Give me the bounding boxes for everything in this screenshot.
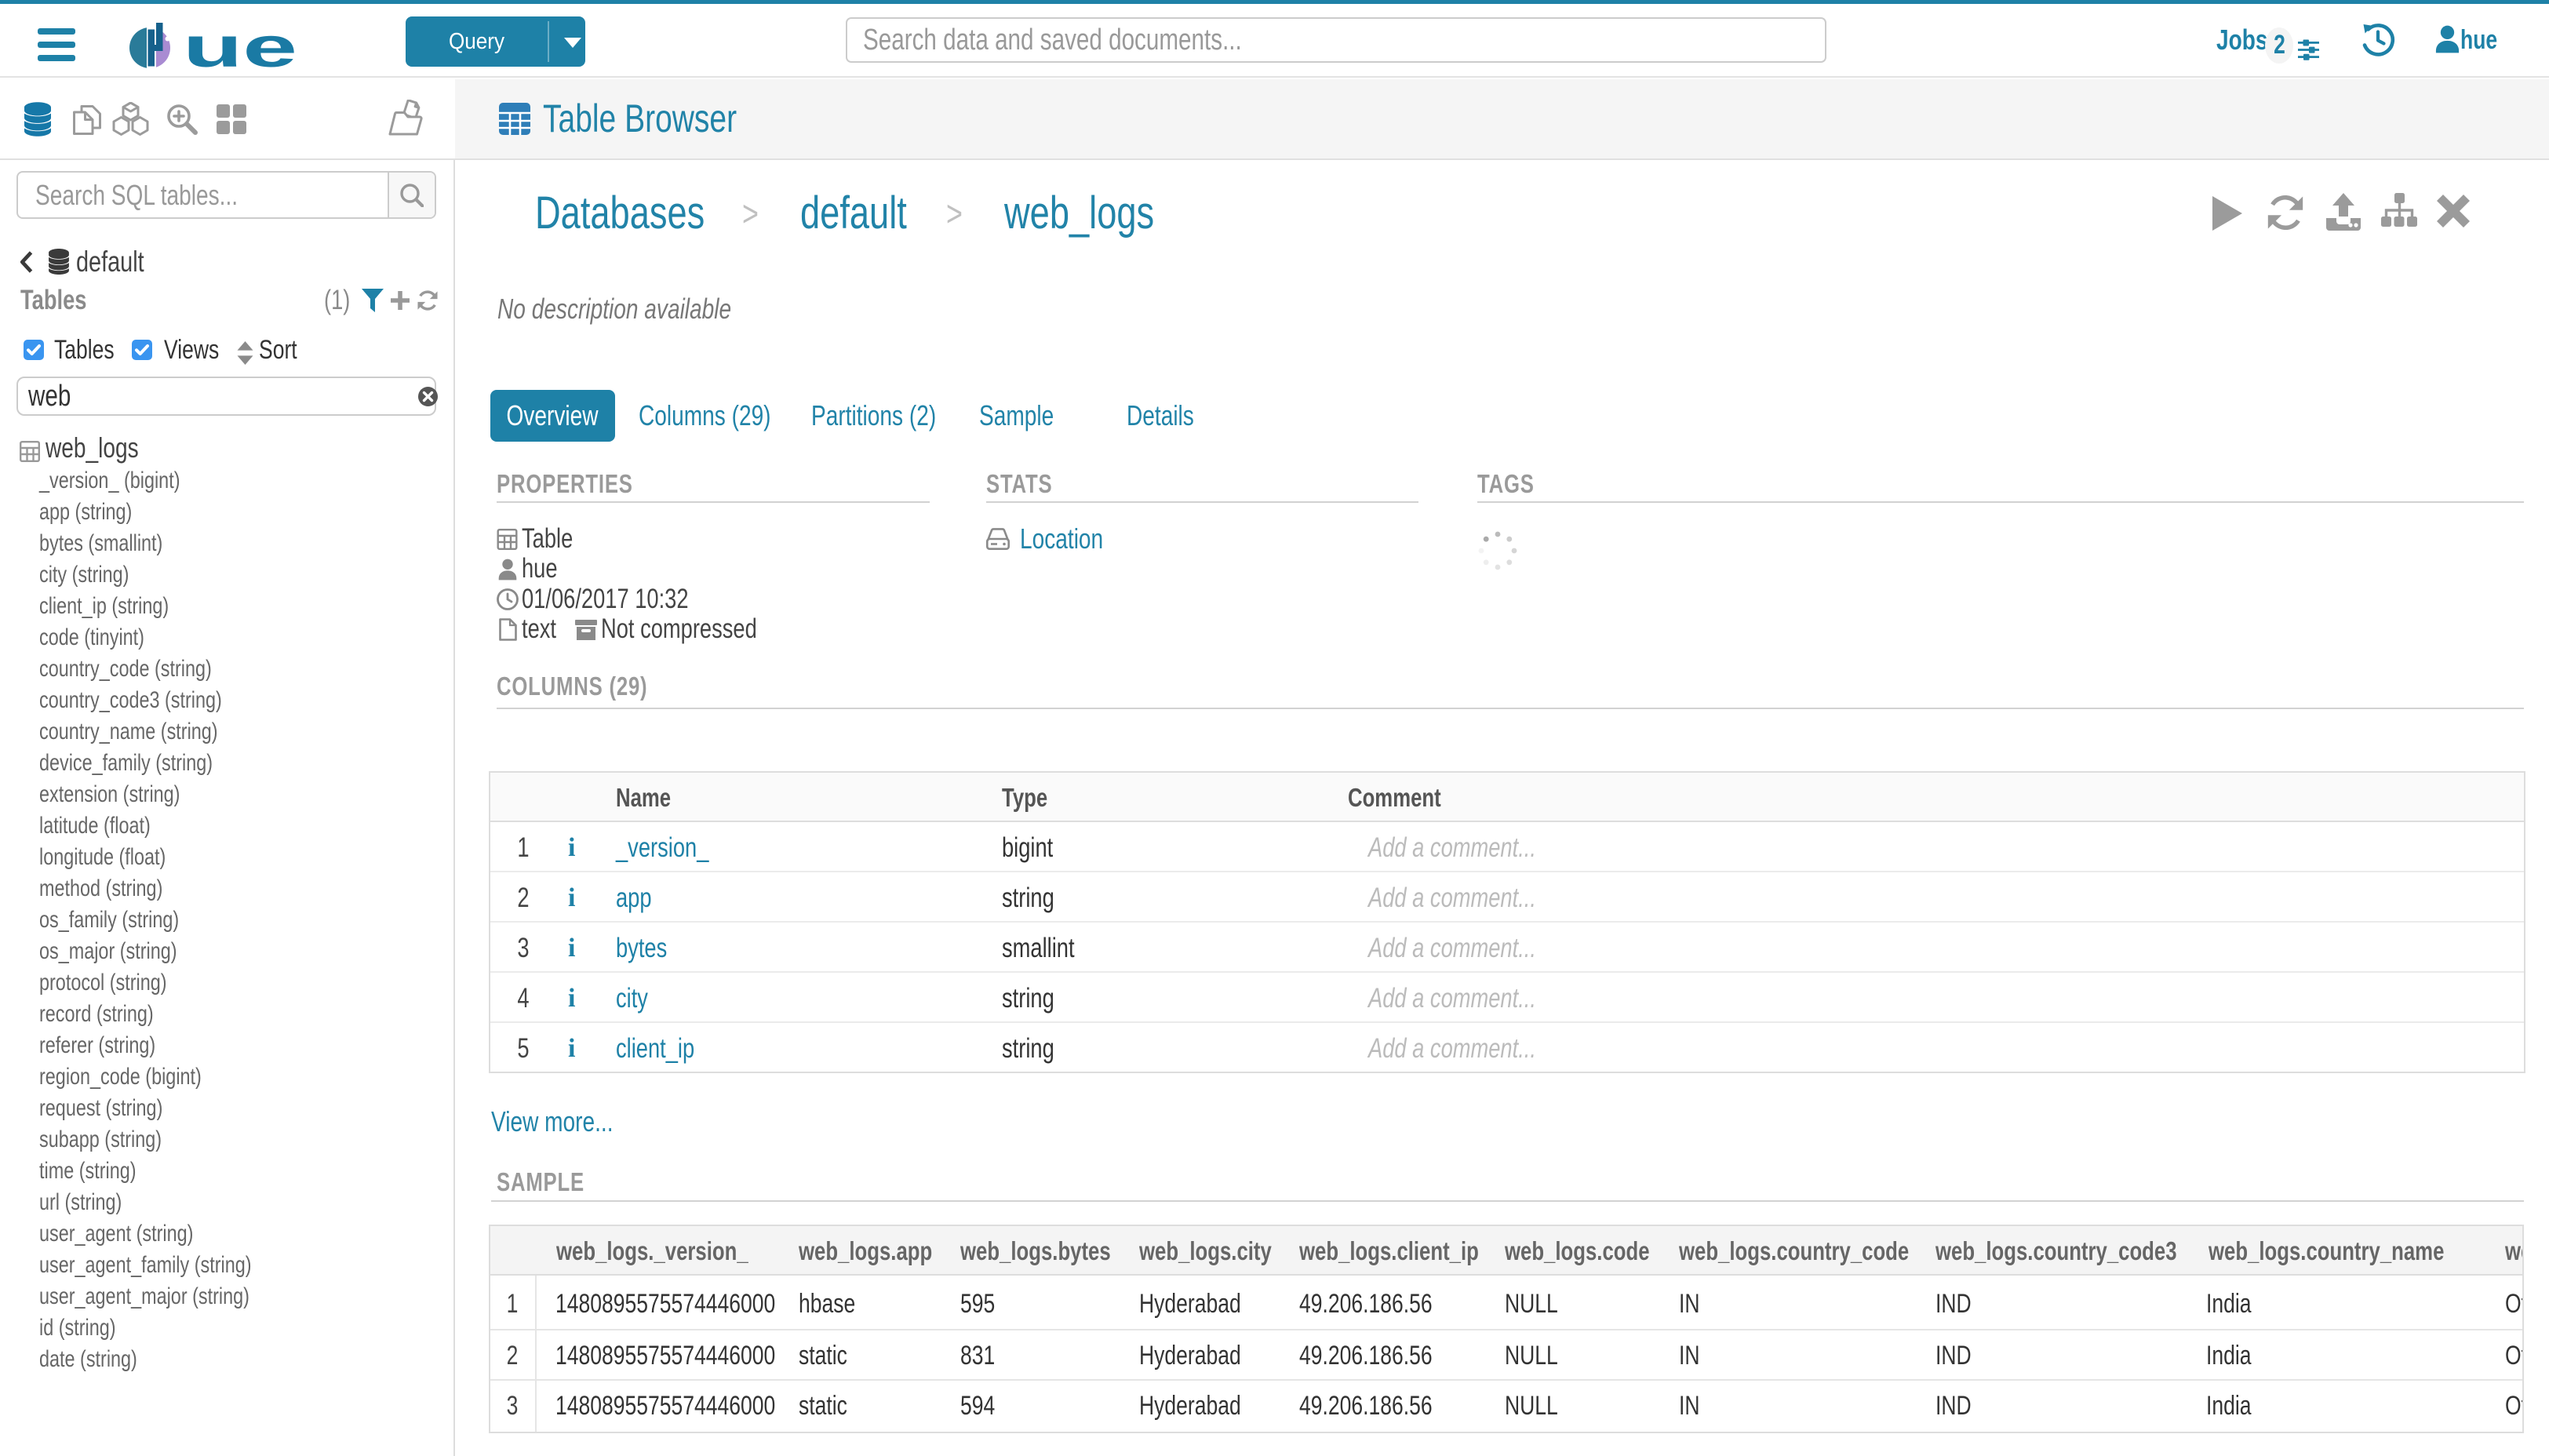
svg-text:ue: ue	[183, 20, 297, 71]
